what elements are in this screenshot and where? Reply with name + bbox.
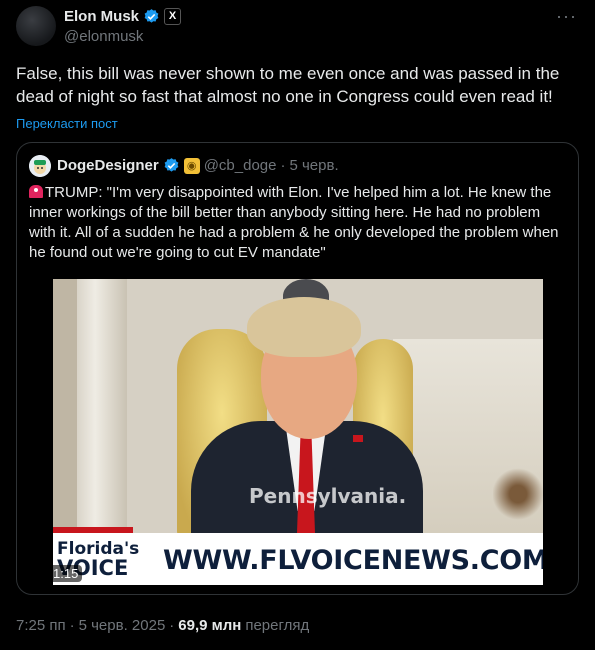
quote-text: TRUMP: "I'm very disappointed with Elon.… (29, 184, 559, 261)
video-duration: 1:15 (49, 565, 83, 582)
quote-author-name: DogeDesigner (57, 157, 159, 174)
news-site-url: WWW.FLVOICENEWS.COM (163, 545, 543, 576)
quoted-tweet-card[interactable]: DogeDesigner ◉ @cb_doge · 5 черв. TRUMP:… (16, 142, 579, 595)
tweet-time[interactable]: 7:25 пп (16, 617, 66, 634)
tweet-footer: 7:25 пп · 5 черв. 2025 · 69,9 млн перегл… (16, 617, 309, 634)
tweet-date[interactable]: 5 черв. 2025 (79, 617, 166, 634)
footer-separator: · (69, 617, 75, 634)
author-avatar[interactable] (16, 6, 56, 46)
quote-author-avatar (29, 155, 51, 177)
tweet-text: False, this bill was never shown to me e… (16, 64, 560, 106)
quote-text-block: TRUMP: "I'm very disappointed with Elon.… (29, 183, 569, 263)
author-handle[interactable]: @elonmusk (64, 28, 143, 45)
views-label: перегляд (245, 617, 310, 634)
footer-separator-2: · (169, 617, 175, 634)
author-name[interactable]: Elon Musk (64, 8, 139, 25)
more-options-icon[interactable]: ··· (556, 6, 577, 27)
news-lower-third: Florida's VOICE WWW.FLVOICENEWS.COM (53, 527, 543, 585)
video-frame: Pennsylvania. Florida's VOICE WWW.FLVOIC… (53, 279, 543, 585)
siren-icon (29, 185, 43, 198)
quote-verified-badge-icon (164, 158, 179, 172)
author-name-row: Elon Musk X (64, 8, 182, 25)
x-affiliation-icon[interactable]: X (164, 8, 182, 25)
views-count: 69,9 млн (178, 617, 242, 634)
doge-affiliation-icon: ◉ (183, 157, 200, 174)
quote-author-handle: @cb_doge (203, 157, 277, 174)
quote-separator: · (280, 157, 286, 174)
video-player[interactable]: Pennsylvania. Florida's VOICE WWW.FLVOIC… (29, 279, 566, 585)
quote-date: 5 черв. (289, 157, 339, 174)
translate-post-link[interactable]: Перекласти пост (16, 116, 118, 131)
video-caption: Pennsylvania. (249, 484, 407, 508)
verified-badge-icon[interactable] (143, 8, 160, 25)
flag-pin-icon (353, 435, 363, 442)
quote-header: DogeDesigner ◉ @cb_doge · 5 черв. (57, 157, 339, 174)
